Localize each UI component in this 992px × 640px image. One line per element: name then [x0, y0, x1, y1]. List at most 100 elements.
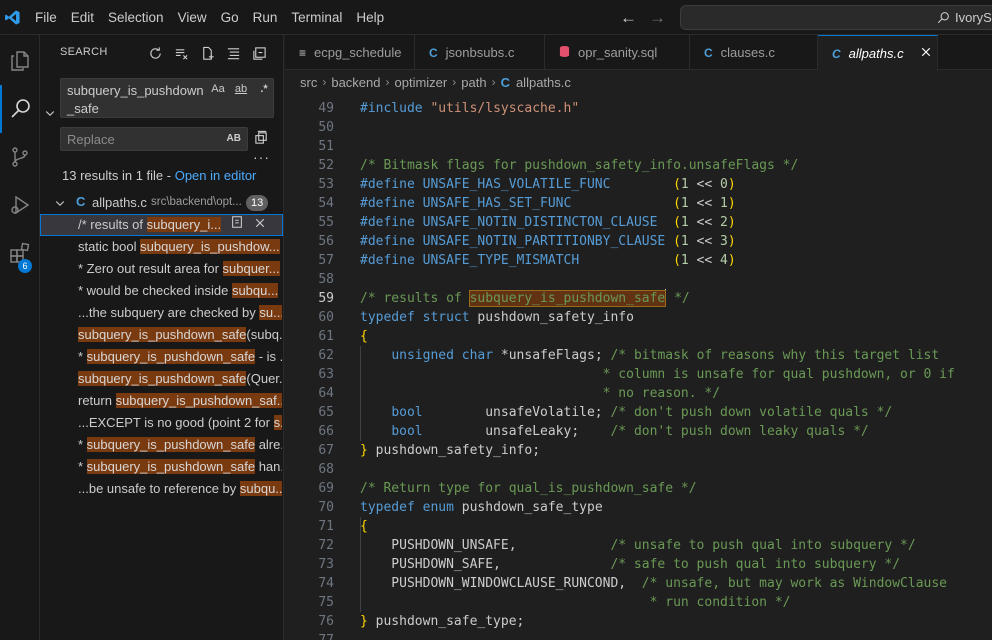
- tab-opr-sanity-sql[interactable]: opr_sanity.sql: [545, 35, 690, 70]
- match-whole-word-toggle[interactable]: ab: [232, 83, 250, 95]
- code-text: {: [360, 327, 368, 346]
- view-as-tree-icon[interactable]: [224, 44, 242, 62]
- code-line: 62 unsigned char *unsafeFlags; /* bitmas…: [285, 346, 992, 365]
- menu-bar: File Edit Selection View Go Run Terminal Help: [27, 0, 391, 35]
- toggle-search-details-icon[interactable]: ···: [253, 149, 270, 165]
- menu-view[interactable]: View: [171, 10, 214, 25]
- search-view-icon[interactable]: [0, 85, 40, 133]
- menu-terminal[interactable]: Terminal: [284, 10, 349, 25]
- collapse-all-icon[interactable]: [250, 44, 268, 62]
- bracket-token: (: [673, 253, 681, 268]
- replace-all-icon[interactable]: [254, 130, 269, 148]
- keyword-token: typedef: [360, 500, 423, 515]
- menu-selection[interactable]: Selection: [101, 10, 171, 25]
- close-tab-icon[interactable]: [920, 46, 932, 61]
- tab-allpaths-c[interactable]: Callpaths.c: [818, 35, 938, 71]
- search-match-row[interactable]: * Zero out result area for subquer...: [40, 258, 283, 280]
- command-center[interactable]: IvorySQL: [680, 5, 992, 30]
- match-case-toggle[interactable]: Aa: [209, 83, 227, 95]
- menu-help[interactable]: Help: [349, 10, 391, 25]
- indent-guide: [360, 517, 361, 612]
- run-debug-icon[interactable]: [0, 181, 40, 229]
- preprocessor-token: #define: [360, 215, 423, 230]
- keyword-token: unsigned: [391, 348, 462, 363]
- search-highlight: subquery_is_pushdown_safe: [468, 290, 667, 307]
- extensions-badge: 6: [18, 259, 32, 273]
- tab-jsonbsubs-c[interactable]: Cjsonbsubs.c: [415, 35, 545, 70]
- code-line: 69 /* Return type for qual_is_pushdown_sa…: [285, 479, 992, 498]
- code-editor[interactable]: 49 #include "utils/lsyscache.h" 50 51 52 /* B…: [285, 93, 992, 640]
- open-in-editor-link[interactable]: Open in editor: [175, 168, 257, 183]
- preserve-case-toggle[interactable]: AB: [227, 133, 241, 144]
- match-text: * would be checked inside subqu...: [78, 280, 282, 302]
- line-number: 77: [285, 631, 334, 640]
- explorer-icon[interactable]: [0, 37, 40, 85]
- result-file-row[interactable]: C allpaths.c src\backend\opt... 13: [40, 192, 283, 214]
- line-number: 53: [318, 177, 334, 192]
- search-match-row[interactable]: subquery_is_pushdown_safe(Quer...: [40, 368, 283, 390]
- search-match-row[interactable]: ...the subquery are checked by su...: [40, 302, 283, 324]
- tab-ecpg-schedule[interactable]: ≡ ecpg_schedule: [285, 35, 415, 70]
- search-match-row[interactable]: /* results of subquery_i...: [40, 214, 283, 236]
- source-control-icon[interactable]: [0, 133, 40, 181]
- replace-icon[interactable]: [230, 214, 244, 236]
- breadcrumb-item[interactable]: src: [300, 75, 317, 90]
- code-text: #define UNSAFE_HAS_VOLATILE_FUNC (1 << 0…: [360, 175, 736, 194]
- line-number: 61: [318, 329, 334, 344]
- search-match-row[interactable]: ...be unsafe to reference by subqu...: [40, 478, 283, 500]
- clear-results-icon[interactable]: [172, 44, 190, 62]
- new-search-editor-icon[interactable]: [198, 44, 216, 62]
- code-text: PUSHDOWN_WINDOWCLAUSE_RUNCOND, /* unsafe…: [360, 574, 947, 593]
- results-count-text: 13 results in 1 file -: [62, 168, 175, 183]
- search-match-row[interactable]: static bool subquery_is_pushdow...: [40, 236, 283, 258]
- code-text: * column is unsafe for qual pushdown, or…: [360, 365, 955, 384]
- indent-guide: [360, 346, 361, 441]
- dismiss-icon[interactable]: [254, 214, 266, 236]
- preprocessor-token: #define: [360, 177, 423, 192]
- comment-token: /* unsafe, but may work as WindowClause: [641, 576, 948, 591]
- breadcrumb-item[interactable]: backend: [331, 75, 380, 90]
- breadcrumb-item[interactable]: optimizer: [395, 75, 448, 90]
- search-match-row[interactable]: * subquery_is_pushdown_safe alre...: [40, 434, 283, 456]
- code-line: 68: [285, 460, 992, 479]
- use-regex-toggle[interactable]: .*: [255, 83, 273, 95]
- line-number: 75: [318, 595, 334, 610]
- search-match-row[interactable]: * subquery_is_pushdown_safe han...: [40, 456, 283, 478]
- go-back-icon[interactable]: ←: [620, 8, 637, 28]
- search-match-row[interactable]: return subquery_is_pushdown_saf...: [40, 390, 283, 412]
- comment-token: * run condition */: [641, 595, 791, 610]
- extensions-icon[interactable]: 6: [0, 229, 40, 277]
- code-token: PUSHDOWN_SAFE,: [360, 557, 611, 572]
- search-match-row[interactable]: subquery_is_pushdown_safe(subq...: [40, 324, 283, 346]
- tab-label: jsonbsubs.c: [445, 45, 515, 60]
- macro-token: UNSAFE_HAS_SET_FUNC: [422, 196, 674, 211]
- menu-file[interactable]: File: [27, 10, 64, 25]
- line-number: 68: [318, 462, 334, 477]
- search-match-row[interactable]: ...EXCEPT is no good (point 2 for s...: [40, 412, 283, 434]
- replace-input[interactable]: Replace AB: [60, 127, 248, 151]
- replace-placeholder: Replace: [67, 132, 115, 147]
- menu-edit[interactable]: Edit: [64, 10, 101, 25]
- search-input[interactable]: subquery_is_pushdown_safe Aa ab .*: [60, 78, 274, 118]
- line-number: 72: [318, 538, 334, 553]
- breadcrumb-item[interactable]: path: [461, 75, 486, 90]
- search-match-row[interactable]: * would be checked inside subqu...: [40, 280, 283, 302]
- c-file-icon: C: [832, 46, 841, 61]
- menu-go[interactable]: Go: [214, 10, 246, 25]
- string-token: "utils/lsyscache.h": [430, 101, 580, 116]
- search-match-row[interactable]: * subquery_is_pushdown_safe - is ...: [40, 346, 283, 368]
- menu-run[interactable]: Run: [246, 10, 285, 25]
- breadcrumb-item[interactable]: allpaths.c: [516, 75, 571, 90]
- code-token: pushdown_safe_type;: [367, 614, 525, 629]
- code-token: PUSHDOWN_WINDOWCLAUSE_RUNCOND,: [360, 576, 642, 591]
- tab-clauses-c[interactable]: Cclauses.c: [690, 35, 818, 70]
- code-line: 70 typedef enum pushdown_safe_type: [285, 498, 992, 517]
- refresh-icon[interactable]: [146, 44, 164, 62]
- code-token: <<: [688, 177, 721, 192]
- go-forward-icon[interactable]: →: [649, 8, 666, 28]
- toggle-replace-chevron-icon[interactable]: [44, 107, 56, 122]
- chevron-down-icon[interactable]: [54, 197, 66, 212]
- code-text: {: [360, 517, 368, 536]
